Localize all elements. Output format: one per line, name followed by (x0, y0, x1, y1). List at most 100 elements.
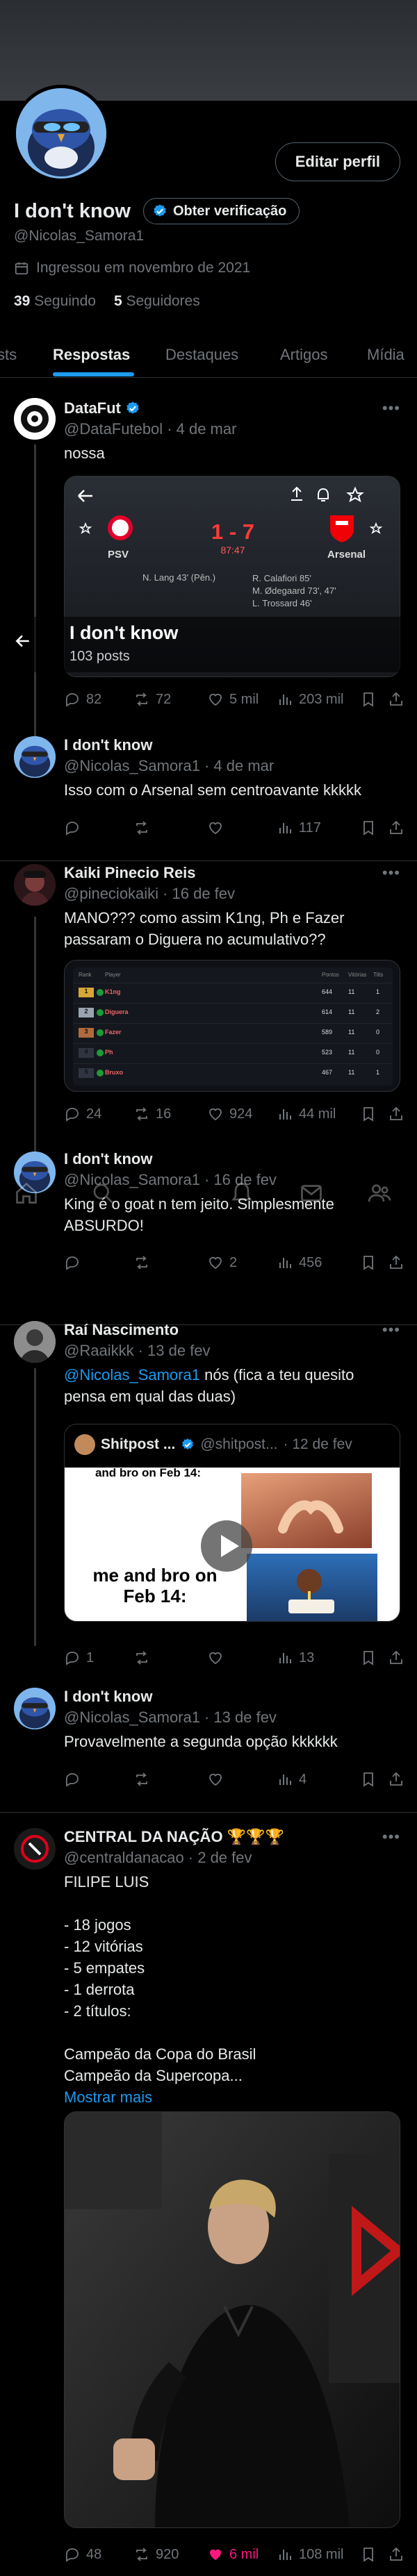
tab-media[interactable]: Mídia (367, 346, 404, 364)
post-date[interactable]: · 13 de fev (138, 1342, 211, 1360)
tab-replies[interactable]: Respostas (53, 346, 130, 364)
play-button[interactable] (201, 1520, 252, 1572)
quoted-post[interactable]: Shitpost ... @shitpost... · 12 de fev an… (64, 1424, 400, 1622)
communities-icon[interactable] (367, 1181, 392, 1209)
reply-button[interactable]: 1 (64, 1650, 94, 1666)
author-handle[interactable]: @Nicolas_Samora1 (64, 1709, 200, 1727)
views-button[interactable]: 13 (277, 1650, 314, 1666)
like-button[interactable] (207, 1650, 224, 1666)
post-reply-arsenal[interactable]: I don't know @Nicolas_Samora1 · 4 de mar… (0, 722, 417, 861)
author-handle[interactable]: @centraldanacao (64, 1849, 184, 1867)
like-button[interactable]: 5 mil (207, 691, 259, 708)
leaderboard-image[interactable]: Rank Player Pontos Vitórias Tilts 1 K1ng 6… (64, 960, 400, 1092)
like-button[interactable] (207, 820, 224, 836)
share-button[interactable] (388, 2546, 404, 2563)
views-button[interactable]: 117 (277, 820, 321, 836)
like-button[interactable] (207, 1771, 224, 1788)
repost-button[interactable] (133, 820, 150, 836)
bookmark-button[interactable] (360, 1650, 377, 1666)
share-button[interactable] (388, 1106, 404, 1122)
home-icon[interactable] (14, 1181, 39, 1209)
tab-highlights[interactable]: Destaques (165, 346, 238, 364)
get-verified-button[interactable]: Obter verificação (142, 198, 300, 224)
bookmark-button[interactable] (360, 691, 377, 708)
author-name[interactable]: Kaiki Pinecio Reis (64, 864, 196, 882)
views-button[interactable]: 4 (277, 1771, 306, 1788)
share-button[interactable] (388, 1650, 404, 1666)
avatar[interactable] (14, 1321, 56, 1363)
post-date[interactable]: · 4 de mar (204, 757, 274, 775)
author-name[interactable]: Raí Nascimento (64, 1321, 179, 1339)
reply-button[interactable]: 82 (64, 691, 101, 708)
author-name[interactable]: DataFut (64, 399, 121, 417)
quoted-video[interactable]: and bro on Feb 14: me and bro on Feb 14: (65, 1466, 400, 1621)
more-options-icon[interactable]: ••• (382, 1321, 400, 1339)
reply-button[interactable] (64, 1254, 81, 1271)
like-button[interactable]: 6 mil (207, 2546, 259, 2563)
reply-button[interactable]: 24 (64, 1106, 101, 1122)
tab-articles[interactable]: Artigos (280, 346, 327, 364)
notifications-icon[interactable] (229, 1181, 254, 1209)
author-name[interactable]: I don't know (64, 1688, 152, 1706)
views-button[interactable]: 108 mil (277, 2546, 343, 2563)
filipe-luis-photo[interactable] (64, 2111, 400, 2528)
author-handle[interactable]: @pineciokaiki (64, 885, 158, 903)
views-button[interactable]: 203 mil (277, 691, 343, 708)
reply-button[interactable] (64, 1771, 81, 1788)
bookmark-button[interactable] (360, 2546, 377, 2563)
avatar[interactable] (14, 1828, 56, 1870)
repost-button[interactable]: 920 (133, 2546, 179, 2563)
tab-posts[interactable]: sts (0, 346, 17, 364)
back-arrow-icon[interactable] (14, 632, 32, 654)
repost-button[interactable] (133, 1254, 150, 1271)
reply-button[interactable]: 48 (64, 2546, 101, 2563)
bookmark-button[interactable] (360, 1254, 377, 1271)
repost-button[interactable] (133, 1650, 150, 1666)
search-icon[interactable] (90, 1181, 115, 1209)
post-reply-king[interactable]: I don't know @Nicolas_Samora1 · 16 de fe… (0, 1136, 417, 1325)
reply-button[interactable] (64, 820, 81, 836)
profile-avatar[interactable] (13, 85, 110, 182)
repost-button[interactable] (133, 1771, 150, 1788)
more-options-icon[interactable]: ••• (382, 1828, 400, 1846)
share-button[interactable] (388, 820, 404, 836)
avatar[interactable] (14, 1688, 56, 1729)
author-name[interactable]: I don't know (64, 1150, 152, 1168)
post-central-da-nacao[interactable]: CENTRAL DA NAÇÃO 🏆🏆🏆 @centraldanacao · 2… (0, 1813, 417, 2576)
avatar[interactable] (14, 864, 56, 906)
share-button[interactable] (388, 1254, 404, 1271)
views-button[interactable]: 456 (277, 1254, 322, 1271)
more-options-icon[interactable]: ••• (382, 864, 400, 882)
repost-button[interactable]: 16 (133, 1106, 171, 1122)
author-name[interactable]: I don't know (64, 736, 152, 754)
bookmark-button[interactable] (360, 1106, 377, 1122)
avatar[interactable] (14, 398, 56, 440)
bookmark-button[interactable] (360, 820, 377, 836)
post-reply-segunda[interactable]: I don't know @Nicolas_Samora1 · 13 de fe… (0, 1674, 417, 1813)
followers-link[interactable]: 5 Seguidores (114, 293, 200, 310)
author-name[interactable]: CENTRAL DA NAÇÃO 🏆🏆🏆 (64, 1828, 284, 1846)
bookmark-button[interactable] (360, 1771, 377, 1788)
messages-icon[interactable] (299, 1181, 324, 1209)
more-options-icon[interactable]: ••• (382, 399, 400, 417)
repost-button[interactable]: 72 (133, 691, 171, 708)
post-date[interactable]: · 4 de mar (167, 420, 236, 438)
post-datafut[interactable]: DataFut @DataFutebol · 4 de mar ••• noss… (0, 379, 417, 733)
views-button[interactable]: 44 mil (277, 1106, 336, 1122)
avatar[interactable] (14, 736, 56, 778)
author-handle[interactable]: @Raaikkk (64, 1342, 134, 1360)
share-button[interactable] (388, 691, 404, 708)
author-handle[interactable]: @DataFutebol (64, 420, 163, 438)
mention-link[interactable]: @Nicolas_Samora1 (64, 1366, 200, 1383)
post-date[interactable]: · 16 de fev (163, 885, 235, 903)
share-button[interactable] (388, 1771, 404, 1788)
show-more-link[interactable]: Mostrar mais (64, 2086, 398, 2108)
edit-profile-button[interactable]: Editar perfil (275, 142, 400, 181)
author-handle[interactable]: @Nicolas_Samora1 (64, 757, 200, 775)
post-rai[interactable]: Raí Nascimento @Raaikkk · 13 de fev ••• … (0, 1306, 417, 1665)
following-link[interactable]: 39 Seguindo (14, 293, 96, 310)
post-kaiki[interactable]: Kaiki Pinecio Reis @pineciokaiki · 16 de… (0, 849, 417, 1147)
like-button[interactable]: 924 (207, 1106, 252, 1122)
post-date[interactable]: · 13 de fev (204, 1709, 277, 1727)
like-button[interactable]: 2 (207, 1254, 237, 1271)
